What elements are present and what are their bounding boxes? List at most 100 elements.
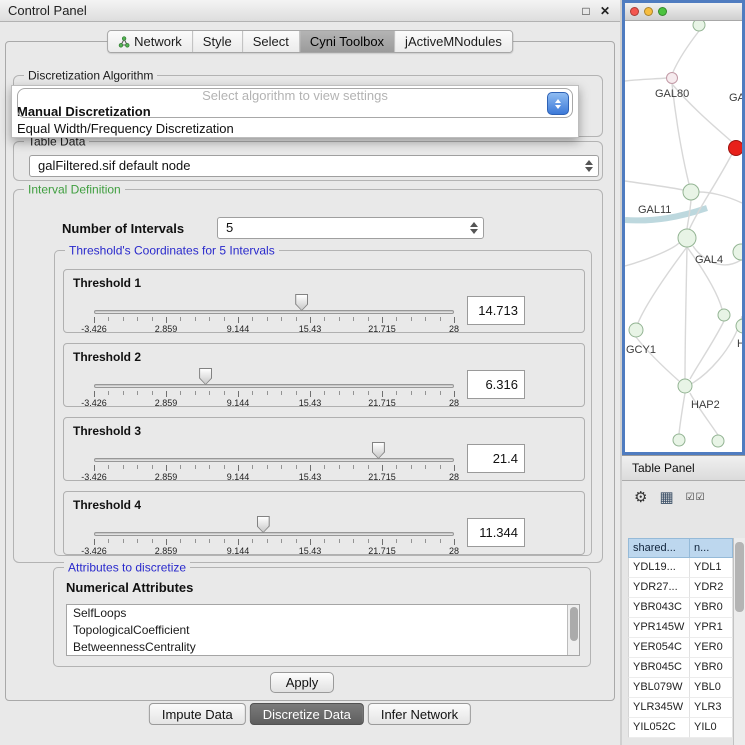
column-header[interactable]: n...: [690, 538, 733, 558]
table-scrollbar[interactable]: [733, 538, 745, 745]
slider-track[interactable]: [94, 310, 454, 314]
network-edge[interactable]: [685, 247, 687, 379]
network-edge[interactable]: [679, 393, 685, 434]
threshold-4-value[interactable]: 11.344: [467, 518, 525, 547]
network-edge[interactable]: [690, 321, 724, 379]
close-traffic-light[interactable]: [630, 7, 639, 16]
list-item[interactable]: SelfLoops: [67, 605, 579, 622]
list-item[interactable]: BetweennessCentrality: [67, 639, 579, 656]
network-node[interactable]: [678, 229, 696, 247]
threshold-1-slider[interactable]: -3.4262.8599.14415.4321.71528: [94, 270, 454, 334]
algorithm-option[interactable]: Manual Discretization: [12, 103, 578, 120]
table-cell: YDL1: [690, 558, 733, 578]
control-panel-titlebar[interactable]: Control Panel □ ✕: [0, 0, 620, 22]
tab-network[interactable]: Network: [108, 31, 192, 52]
tab-select[interactable]: Select: [242, 31, 299, 52]
table-cell: YDL19...: [628, 558, 690, 578]
threshold-1-value[interactable]: 14.713: [467, 296, 525, 325]
stepper-icon: [585, 160, 593, 172]
table-row[interactable]: YDL19...YDL1: [628, 558, 745, 578]
network-node[interactable]: [712, 435, 724, 447]
slider-track[interactable]: [94, 532, 454, 536]
network-node[interactable]: [693, 21, 705, 31]
network-node[interactable]: [683, 184, 699, 200]
network-node[interactable]: [678, 379, 692, 393]
network-edge[interactable]: [625, 243, 679, 266]
network-node[interactable]: [733, 244, 742, 260]
control-panel: Control Panel □ ✕ Network Style SelectCyni…: [0, 0, 620, 745]
table-row[interactable]: YLR345WYLR3: [628, 698, 745, 718]
threshold-4-box: Threshold 4 -3.4262.8599.14415.4321.7152…: [63, 491, 585, 555]
list-scrollbar[interactable]: [567, 605, 579, 655]
slider-track[interactable]: [94, 458, 454, 462]
table-cell: YBR045C: [628, 658, 690, 678]
threshold-3-box: Threshold 3 -3.4262.8599.14415.4321.7152…: [63, 417, 585, 481]
tab-jactivemnodules[interactable]: jActiveMNodules: [394, 31, 512, 52]
algorithm-placeholder: Select algorithm to view settings: [12, 88, 578, 103]
tab-impute-data[interactable]: Impute Data: [149, 703, 246, 725]
node-table: shared...n... YDL19...YDL1YDR27...YDR2YB…: [628, 538, 745, 745]
scrollbar-thumb[interactable]: [570, 607, 578, 641]
table-row[interactable]: YIL052CYIL0: [628, 718, 745, 738]
network-node[interactable]: [629, 323, 643, 337]
tab-label: Style: [203, 34, 232, 49]
tab-infer-network[interactable]: Infer Network: [368, 703, 471, 725]
network-edge[interactable]: [699, 192, 742, 203]
slider-thumb[interactable]: [295, 294, 308, 311]
table-row[interactable]: YPR145WYPR1: [628, 618, 745, 638]
threshold-2-value[interactable]: 6.316: [467, 370, 525, 399]
numerical-attributes-list[interactable]: SelfLoopsTopologicalCoefficientBetweenne…: [66, 604, 580, 656]
network-edge[interactable]: [638, 247, 687, 323]
algorithm-dropdown-popup: Select algorithm to view settings Manual…: [11, 85, 579, 138]
network-edge[interactable]: [673, 31, 699, 72]
stepper-icon: [470, 222, 478, 234]
threshold-3-slider[interactable]: -3.4262.8599.14415.4321.71528: [94, 418, 454, 482]
threshold-4-slider[interactable]: -3.4262.8599.14415.4321.71528: [94, 492, 454, 556]
attributes-group: Attributes to discretize Numerical Attri…: [53, 567, 591, 667]
apply-button[interactable]: Apply: [270, 672, 334, 693]
gear-icon[interactable]: ⚙: [634, 489, 647, 507]
slider-track[interactable]: [94, 384, 454, 388]
threshold-3-value[interactable]: 21.4: [467, 444, 525, 473]
tab-label: Discretize Data: [263, 707, 351, 722]
tab-discretize-data[interactable]: Discretize Data: [250, 703, 364, 725]
network-window-titlebar[interactable]: [625, 3, 742, 21]
zoom-traffic-light[interactable]: [658, 7, 667, 16]
network-node[interactable]: [729, 141, 743, 156]
table-row[interactable]: YBR043CYBR0: [628, 598, 745, 618]
table-row[interactable]: YBR045CYBR0: [628, 658, 745, 678]
node-label: GCY1: [626, 344, 656, 356]
algorithm-option[interactable]: Equal Width/Frequency Discretization: [12, 120, 578, 137]
table-row[interactable]: YER054CYER0: [628, 638, 745, 658]
table-panel-header[interactable]: Table Panel: [622, 455, 745, 481]
node-label: H: [737, 338, 742, 350]
table-header-row: shared...n...: [628, 538, 745, 558]
combo-dropdown-button[interactable]: [547, 92, 569, 115]
network-node[interactable]: [673, 434, 685, 446]
network-edge[interactable]: [691, 316, 742, 384]
list-item[interactable]: TopologicalCoefficient: [67, 622, 579, 639]
slider-thumb[interactable]: [257, 516, 270, 533]
table-row[interactable]: YBL079WYBL0: [628, 678, 745, 698]
column-header[interactable]: shared...: [628, 538, 690, 558]
scrollbar-thumb[interactable]: [735, 542, 744, 612]
columns-icon[interactable]: ▦: [659, 489, 673, 507]
tab-cyni-toolbox[interactable]: Cyni Toolbox: [299, 31, 394, 52]
slider-thumb[interactable]: [199, 368, 212, 385]
float-panel-icon[interactable]: □: [578, 0, 594, 22]
network-edge[interactable]: [625, 181, 683, 190]
tab-style[interactable]: Style: [192, 31, 242, 52]
threshold-2-slider[interactable]: -3.4262.8599.14415.4321.71528: [94, 344, 454, 408]
network-node[interactable]: [667, 73, 678, 84]
table-data-combo[interactable]: galFiltered.sif default node: [29, 155, 599, 177]
minimize-traffic-light[interactable]: [644, 7, 653, 16]
network-canvas[interactable]: GAL80GAGAL11GAL4GCY1HAP2H: [625, 21, 742, 452]
select-columns-icon[interactable]: ☑☑: [686, 489, 706, 507]
table-row[interactable]: YDR27...YDR2: [628, 578, 745, 598]
table-data-group: Table Data galFiltered.sif default node: [13, 141, 603, 181]
network-node[interactable]: [718, 309, 730, 321]
slider-thumb[interactable]: [372, 442, 385, 459]
close-panel-icon[interactable]: ✕: [597, 0, 613, 22]
num-intervals-combo[interactable]: 5: [217, 217, 484, 239]
network-edge[interactable]: [625, 78, 666, 81]
